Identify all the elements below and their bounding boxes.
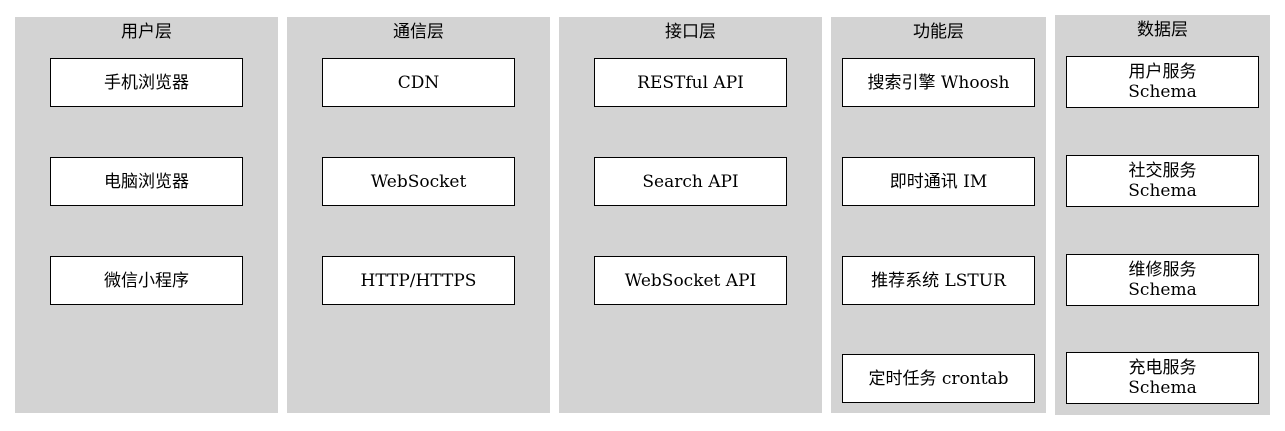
- node-cron-task: 定时任务 crontab: [842, 354, 1035, 403]
- layer-interface: 接口层 RESTful API Search API WebSocket API: [559, 17, 822, 413]
- layer-title: 通信层: [393, 22, 444, 42]
- layer-title: 用户层: [121, 22, 172, 42]
- node-label: 维修服务: [1128, 260, 1197, 280]
- node-wechat-miniprogram: 微信小程序: [50, 256, 243, 305]
- node-label: 用户服务: [1128, 62, 1197, 82]
- node-label-schema: Schema: [1128, 280, 1197, 300]
- node-social-schema: 社交服务 Schema: [1066, 155, 1259, 207]
- node-label-schema: Schema: [1128, 378, 1197, 398]
- node-search-api: Search API: [594, 157, 787, 206]
- node-cdn: CDN: [322, 58, 515, 107]
- layer-user: 用户层 手机浏览器 电脑浏览器 微信小程序: [15, 17, 278, 413]
- node-http-https: HTTP/HTTPS: [322, 256, 515, 305]
- node-label-schema: Schema: [1128, 82, 1197, 102]
- node-search-engine: 搜索引擎 Whoosh: [842, 58, 1035, 107]
- node-instant-messaging: 即时通讯 IM: [842, 157, 1035, 206]
- layer-title: 数据层: [1137, 20, 1188, 40]
- node-mobile-browser: 手机浏览器: [50, 58, 243, 107]
- node-websocket: WebSocket: [322, 157, 515, 206]
- node-repair-schema: 维修服务 Schema: [1066, 254, 1259, 306]
- node-label: 社交服务: [1128, 161, 1197, 181]
- layer-title: 功能层: [913, 22, 964, 42]
- node-pc-browser: 电脑浏览器: [50, 157, 243, 206]
- node-charging-schema: 充电服务 Schema: [1066, 352, 1259, 404]
- node-label-schema: Schema: [1128, 181, 1197, 201]
- layer-function: 功能层 搜索引擎 Whoosh 即时通讯 IM 推荐系统 LSTUR 定时任务 …: [831, 17, 1046, 413]
- node-websocket-api: WebSocket API: [594, 256, 787, 305]
- layer-title: 接口层: [665, 22, 716, 42]
- node-recommendation: 推荐系统 LSTUR: [842, 256, 1035, 305]
- node-label: 充电服务: [1128, 358, 1197, 378]
- layer-communication: 通信层 CDN WebSocket HTTP/HTTPS: [287, 17, 550, 413]
- node-restful-api: RESTful API: [594, 58, 787, 107]
- layer-data: 数据层 用户服务 Schema 社交服务 Schema 维修服务 Schema …: [1055, 15, 1270, 415]
- node-user-schema: 用户服务 Schema: [1066, 56, 1259, 108]
